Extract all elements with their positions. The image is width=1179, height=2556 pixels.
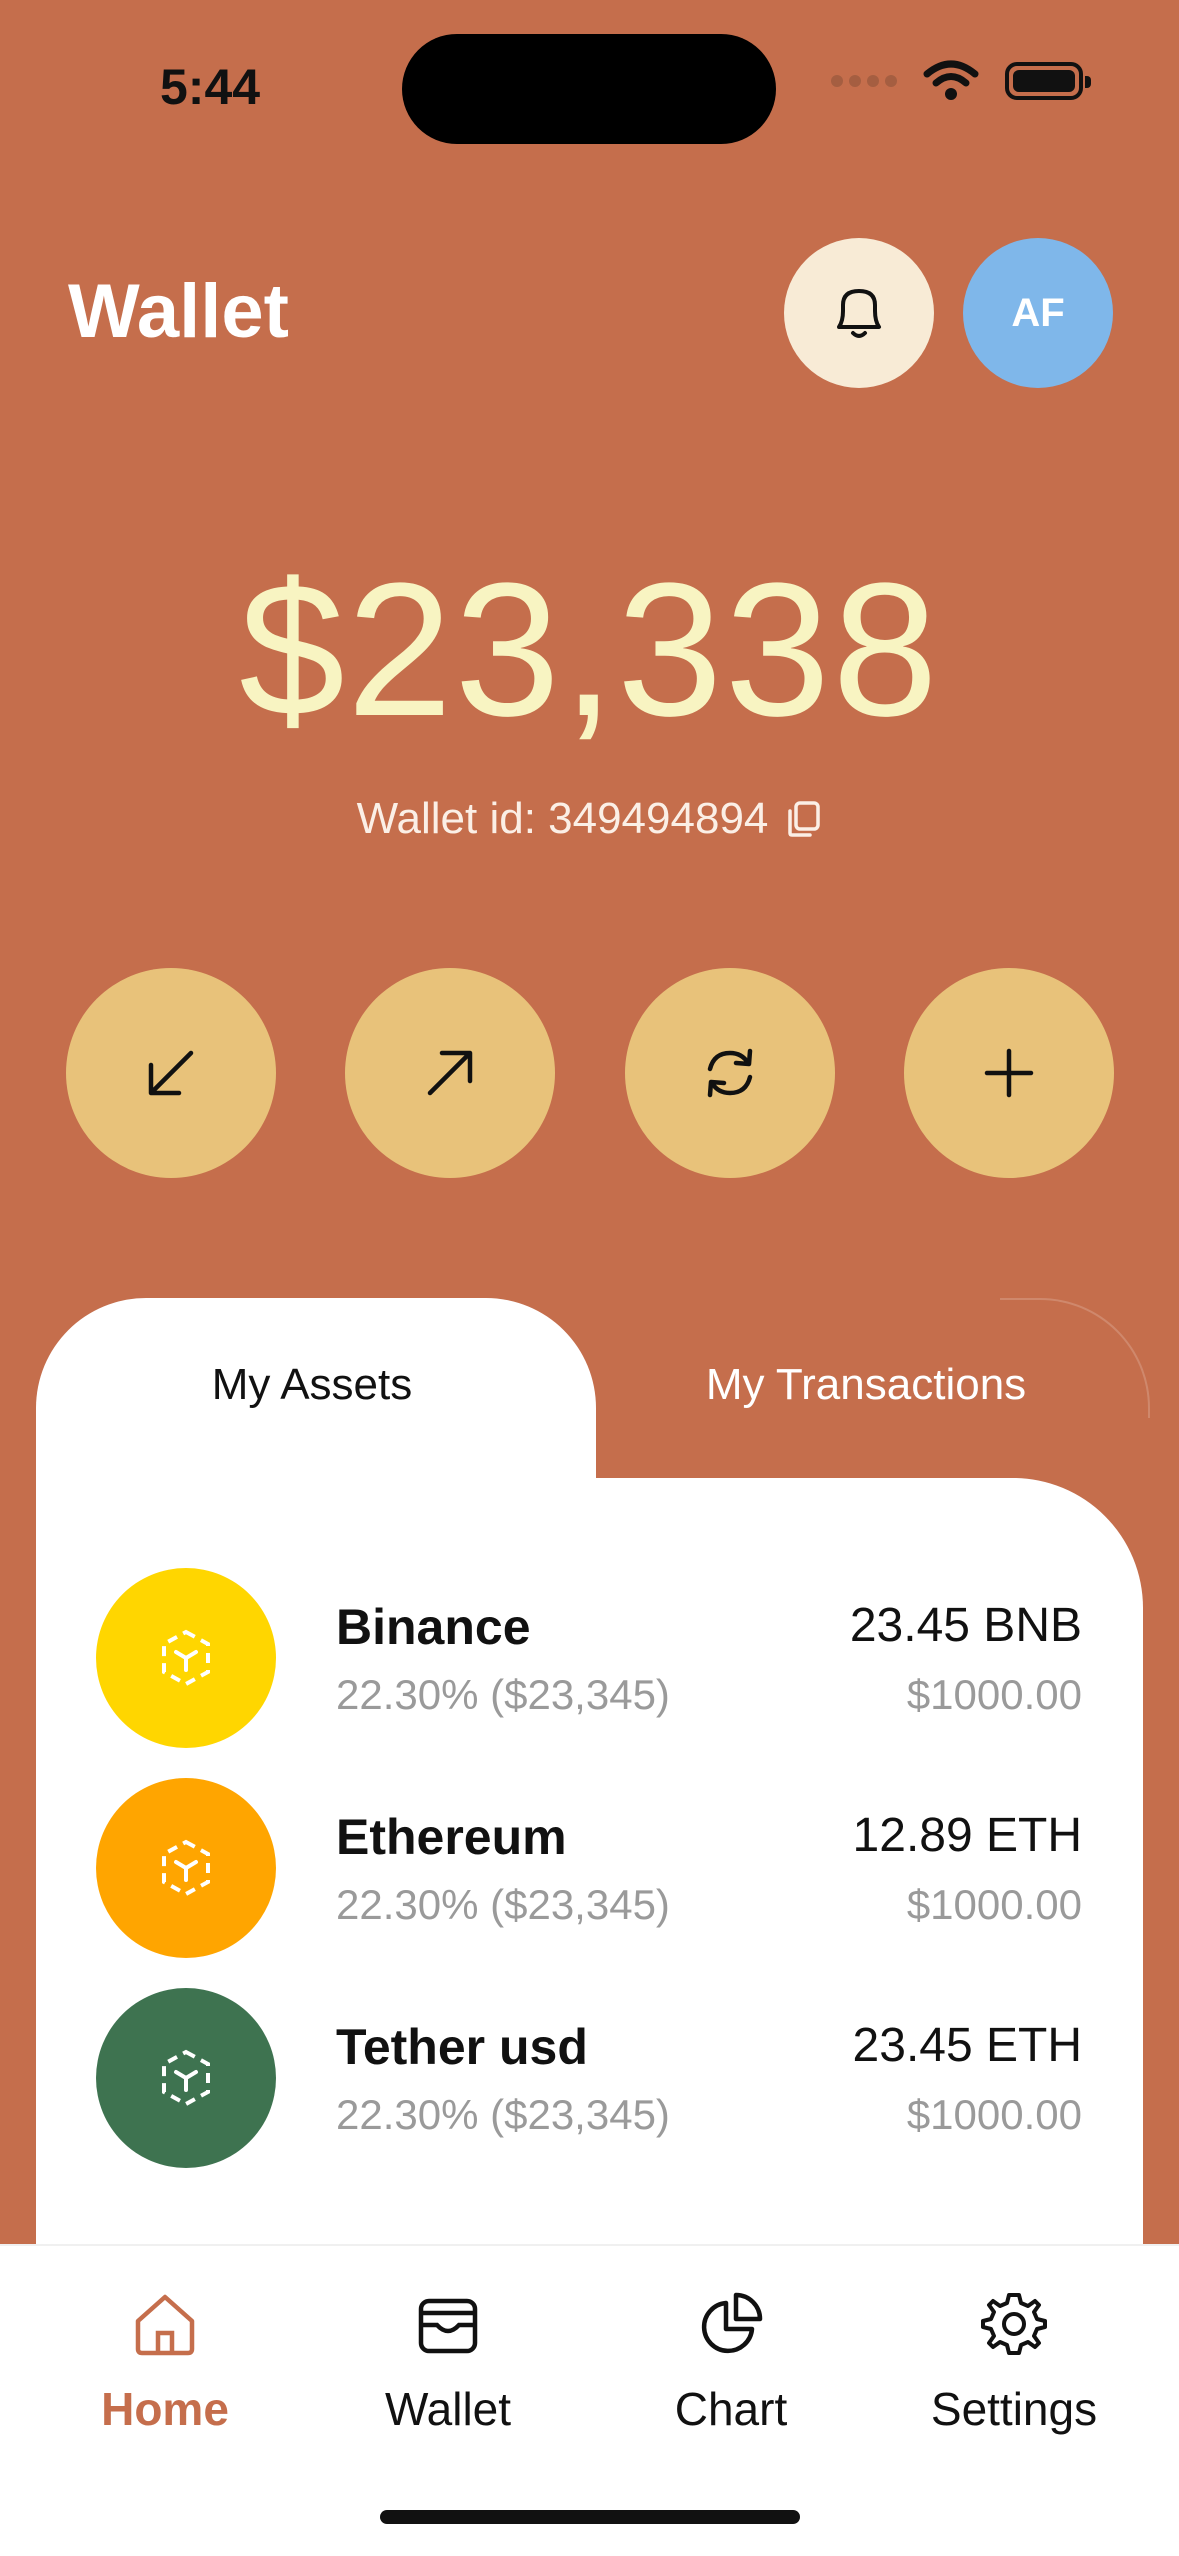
battery-icon <box>1005 62 1091 100</box>
add-button[interactable] <box>903 968 1114 1178</box>
nav-item-settings[interactable]: Settings <box>884 2284 1144 2436</box>
asset-name: Ethereum <box>336 1809 567 1865</box>
send-button[interactable] <box>345 968 556 1178</box>
tab-my-transactions[interactable]: My Transactions <box>600 1360 1132 1410</box>
status-time: 5:44 <box>160 59 261 115</box>
coin-avatar <box>96 1568 276 1748</box>
nav-label: Settings <box>930 2383 1098 2435</box>
swap-button[interactable] <box>624 968 835 1178</box>
list-item[interactable]: Tether usd 22.30% ($23,345) 23.45 ETH $1… <box>96 1988 1082 2198</box>
cube-icon <box>162 1839 210 1897</box>
asset-amount: 12.89 ETH <box>852 1809 1082 1862</box>
pie-chart-icon <box>701 2292 763 2354</box>
nav-item-home[interactable]: Home <box>35 2284 295 2436</box>
asset-share: 22.30% ($23,345) <box>336 1881 670 1928</box>
asset-list: Binance 22.30% ($23,345) 23.45 BNB $1000… <box>96 1568 1082 2198</box>
arrow-up-right-icon <box>428 1050 473 1096</box>
arrow-down-left-icon <box>148 1050 194 1096</box>
notifications-button[interactable] <box>784 238 934 388</box>
wallet-id-row: Wallet id: 349494894 <box>0 794 1179 844</box>
asset-value: $1000.00 <box>906 1671 1082 1718</box>
asset-name: Binance <box>336 1599 531 1655</box>
refresh-icon <box>707 1048 752 1098</box>
gear-icon <box>981 2293 1047 2355</box>
coin-avatar <box>96 1988 276 2168</box>
wifi-icon <box>923 60 979 100</box>
home-icon <box>135 2294 195 2356</box>
asset-value: $1000.00 <box>906 1881 1082 1928</box>
nav-item-wallet[interactable]: Wallet <box>318 2284 578 2436</box>
list-item[interactable]: Binance 22.30% ($23,345) 23.45 BNB $1000… <box>96 1568 1082 1778</box>
cube-icon <box>162 1629 210 1687</box>
wallet-icon <box>418 2298 478 2354</box>
tab-my-assets[interactable]: My Assets <box>36 1360 588 1410</box>
list-item[interactable]: Ethereum 22.30% ($23,345) 12.89 ETH $100… <box>96 1778 1082 1988</box>
asset-name: Tether usd <box>336 2019 588 2075</box>
home-indicator[interactable] <box>380 2510 800 2524</box>
cube-icon <box>162 2049 210 2107</box>
nav-label: Wallet <box>384 2383 512 2435</box>
bell-icon <box>837 289 881 338</box>
nav-label: Chart <box>674 2383 788 2435</box>
action-buttons <box>66 968 1114 1178</box>
coin-avatar <box>96 1778 276 1958</box>
asset-share: 22.30% ($23,345) <box>336 1671 670 1718</box>
asset-share: 22.30% ($23,345) <box>336 2091 670 2138</box>
wallet-id-text: Wallet id: 349494894 <box>356 794 769 843</box>
page-title: Wallet <box>68 269 289 354</box>
avatar[interactable]: AF <box>963 238 1113 388</box>
asset-amount: 23.45 BNB <box>849 1599 1082 1652</box>
balance-amount: $23,338 <box>239 544 940 756</box>
asset-amount: 23.45 ETH <box>852 2019 1082 2072</box>
signal-icon <box>831 75 897 87</box>
asset-value: $1000.00 <box>906 2091 1082 2138</box>
copy-icon[interactable] <box>786 799 822 839</box>
dynamic-island <box>402 34 776 144</box>
plus-icon <box>984 1048 1034 1098</box>
nav-label: Home <box>101 2383 229 2435</box>
status-icons <box>831 60 1091 102</box>
receive-button[interactable] <box>66 968 276 1178</box>
nav-item-chart[interactable]: Chart <box>601 2284 861 2436</box>
